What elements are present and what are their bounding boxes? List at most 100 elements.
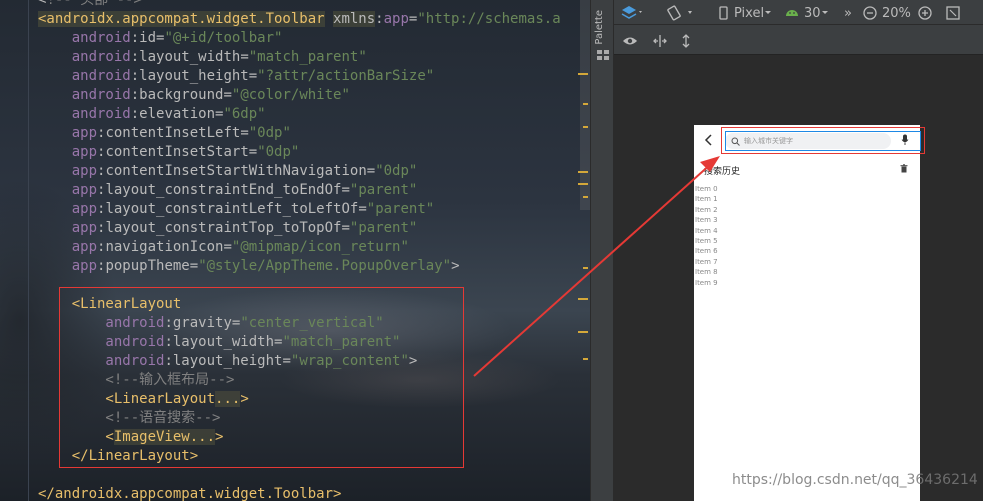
code-line[interactable]: <!-- 头部 -->	[38, 0, 142, 10]
code-token: layout_constraintLeft_toLeftOf	[105, 201, 359, 217]
trash-icon[interactable]	[900, 164, 908, 173]
zoom-fit-button[interactable]	[945, 3, 961, 23]
zoom-in-button[interactable]	[917, 3, 933, 23]
palette-strip[interactable]: Palette	[590, 0, 614, 501]
constraints-button[interactable]	[652, 31, 668, 51]
code-token: =	[248, 68, 258, 84]
chevron-down-icon	[821, 11, 828, 14]
history-list: Item 0 Item 1 Item 2 Item 3 Item 4 Item 5 Item…	[694, 184, 718, 288]
code-token: app	[38, 144, 98, 160]
code-line[interactable]: </androidx.appcompat.widget.Toolbar>	[38, 485, 341, 501]
zoom-out-icon	[863, 6, 877, 20]
zoom-in-icon	[918, 6, 932, 20]
code-token: layout_width	[139, 49, 241, 65]
list-item[interactable]: Item 6	[694, 246, 718, 256]
code-token: :	[375, 11, 384, 27]
code-token: :	[130, 106, 140, 122]
code-token: id	[139, 30, 157, 46]
code-line[interactable]: app:layout_constraintEnd_toEndOf="parent…	[38, 181, 418, 200]
list-item[interactable]: Item 7	[694, 257, 718, 267]
list-item[interactable]: Item 0	[694, 184, 718, 194]
code-line[interactable]: app:layout_constraintTop_toTopOf="parent…	[38, 219, 418, 238]
palette-label[interactable]: Palette	[594, 10, 605, 45]
code-token: =	[223, 239, 232, 255]
code-token: android	[38, 68, 131, 84]
code-editor[interactable]: <!-- 头部 --> <androidx.appcompat.widget.To…	[0, 0, 590, 501]
code-token: app	[38, 258, 98, 274]
device-name: Pixel	[734, 5, 765, 21]
list-item[interactable]: Item 5	[694, 236, 718, 246]
code-token: contentInsetStartWithNavigation	[105, 163, 367, 179]
code-token: popupTheme	[105, 258, 190, 274]
code-token: android	[38, 49, 131, 65]
vertical-align-button[interactable]	[680, 31, 692, 51]
code-token: layout_height	[139, 68, 249, 84]
code-token: "0dp"	[257, 144, 300, 160]
list-item[interactable]: Item 8	[694, 267, 718, 277]
code-token: layout_constraintTop_toTopOf	[105, 220, 342, 236]
chevron-down-icon	[765, 11, 772, 14]
list-item[interactable]: Item 1	[694, 194, 718, 204]
gutter-divider	[28, 0, 29, 501]
code-line[interactable]: android:layout_height="?attr/actionBarSi…	[38, 67, 434, 86]
code-token: app	[38, 201, 98, 217]
code-token: !-- 头部 -->	[46, 0, 142, 8]
highlight-box-linearlayout	[59, 287, 464, 468]
selection-outline	[725, 131, 921, 151]
code-token: "match_parent"	[248, 49, 367, 65]
code-token: app	[38, 125, 98, 141]
code-line[interactable]: android:elevation="6dp"	[38, 105, 266, 124]
code-token: android	[38, 87, 131, 103]
code-line[interactable]: app:contentInsetStartWithNavigation="0dp…	[38, 162, 418, 181]
zoom-level: 20%	[882, 3, 911, 23]
code-line[interactable]: android:background="@color/white"	[38, 86, 350, 105]
code-token: :	[130, 30, 140, 46]
list-item[interactable]: Item 2	[694, 205, 718, 215]
code-token: =	[240, 125, 249, 141]
code-token: app	[38, 220, 98, 236]
list-item[interactable]: Item 4	[694, 226, 718, 236]
layers-icon	[621, 6, 642, 19]
layers-button[interactable]	[620, 3, 644, 23]
list-item[interactable]: Item 3	[694, 215, 718, 225]
device-selector[interactable]: Pixel	[718, 3, 774, 23]
api-level-selector[interactable]: 30	[784, 3, 831, 23]
view-options-button[interactable]	[622, 31, 638, 51]
code-token: layout_constraintEnd_toEndOf	[105, 182, 342, 198]
magnet-icon	[653, 35, 667, 47]
code-line[interactable]: android:layout_width="match_parent"	[38, 48, 367, 67]
zoom-out-button[interactable]	[862, 3, 878, 23]
code-token: contentInsetLeft	[105, 125, 241, 141]
code-token: "0dp"	[248, 125, 291, 141]
code-line[interactable]: android:id="@+id/toolbar"	[38, 29, 283, 48]
design-sub-toolbar	[614, 25, 983, 55]
orientation-button[interactable]	[666, 3, 696, 23]
phone-preview[interactable]: 输入城市关键字 搜索历史 Item 0 Item 1 Item 2 Item 3 Ite…	[694, 125, 920, 501]
watermark: https://blog.csdn.net/qq_36436214	[732, 472, 978, 488]
code-token: "@color/white"	[231, 87, 350, 103]
palette-grid-icon	[597, 50, 609, 60]
code-token: elevation	[139, 106, 216, 122]
code-token: =	[366, 163, 376, 179]
code-token: <androidx.appcompat.widget.Toolbar	[38, 11, 325, 27]
code-token: "0dp"	[375, 163, 418, 179]
code-token: :	[130, 87, 140, 103]
code-line[interactable]: app:contentInsetStart="0dp"	[38, 143, 300, 162]
code-token: =	[189, 258, 199, 274]
code-line[interactable]: app:navigationIcon="@mipmap/icon_return"	[38, 238, 409, 257]
code-line[interactable]: app:popupTheme="@style/AppTheme.PopupOve…	[38, 257, 460, 276]
code-token: "6dp"	[223, 106, 266, 122]
code-line[interactable]: <androidx.appcompat.widget.Toolbar xmlns…	[38, 10, 561, 29]
code-token: background	[139, 87, 224, 103]
list-item[interactable]: Item 9	[694, 278, 718, 288]
code-line[interactable]: app:contentInsetLeft="0dp"	[38, 124, 291, 143]
scrollbar-markers[interactable]	[574, 0, 590, 501]
back-arrow-icon[interactable]	[704, 134, 714, 146]
code-token: "parent"	[349, 182, 418, 198]
code-line[interactable]: app:layout_constraintLeft_toLeftOf="pare…	[38, 200, 435, 219]
code-token: >	[451, 258, 460, 274]
code-token: "@+id/toolbar"	[164, 30, 283, 46]
code-token: =	[240, 49, 249, 65]
overflow-button[interactable]: »	[844, 3, 852, 23]
